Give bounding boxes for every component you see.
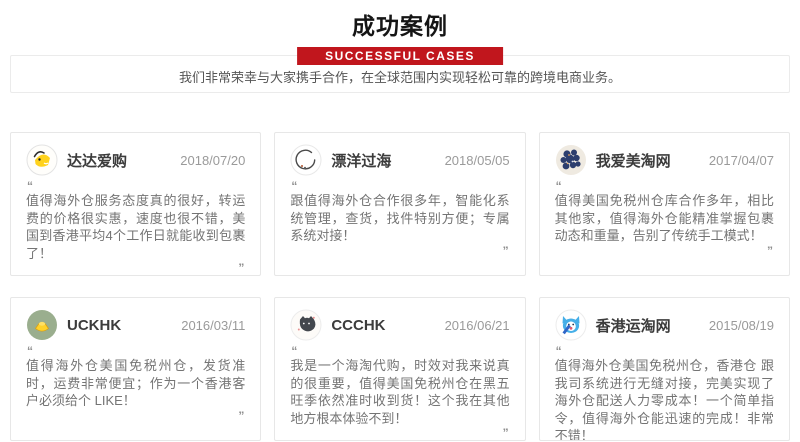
card-header: 香港运淘网 2015/08/19	[555, 309, 774, 341]
testimonial-card: 漂洋过海 2018/05/05 “ 跟值得海外仓合作很多年，智能化系统管理，查货…	[274, 132, 525, 276]
close-quote-mark: ”	[555, 246, 773, 256]
close-quote-mark: ”	[290, 246, 508, 256]
open-quote-mark: “	[556, 346, 774, 356]
intro-text: 我们非常荣幸与大家携手合作，在全球范围内实现轻松可靠的跨境电商业务。	[179, 63, 621, 86]
testimonial-text: 值得海外仓美国免税州仓，香港仓 跟我司系统进行无缝对接，完美实现了 海外仓配送人…	[555, 357, 774, 441]
testimonial-date: 2016/06/21	[445, 318, 510, 333]
dada-mascot-avatar	[26, 144, 58, 176]
gold-ingot-avatar	[26, 309, 58, 341]
testimonial-text: 跟值得海外仓合作很多年，智能化系统管理，查货，找件特别方便；专属系统对接！	[290, 192, 509, 245]
husky-mascot-avatar	[555, 309, 587, 341]
testimonial-card: UCKHK 2016/03/11 “ 值得海外仓美国免税州仓，发货准时，运费非常…	[10, 297, 261, 441]
testimonial-date: 2016/03/11	[181, 318, 245, 333]
cases-grid: 达达爱购 2018/07/20 “ 值得海外仓服务态度真的很好，转运费的价格很实…	[10, 132, 790, 441]
open-quote-mark: “	[27, 346, 245, 356]
testimonial-text: 我是一个海淘代购，时效对我来说真的很重要，值得美国免税州仓在黑五旺季依然准时收到…	[290, 357, 509, 427]
open-quote-mark: “	[27, 181, 245, 191]
successful-cases-section: 成功案例 SUCCESSFUL CASES 我们非常荣幸与大家携手合作，在全球范…	[0, 7, 800, 442]
close-quote-mark: ”	[290, 428, 508, 438]
intro-box: SUCCESSFUL CASES 我们非常荣幸与大家携手合作，在全球范围内实现轻…	[10, 55, 790, 93]
black-cat-avatar	[290, 309, 322, 341]
testimonial-text: 值得海外仓美国免税州仓，发货准时，运费非常便宜；作为一个香港客户必须给个 LIK…	[26, 357, 245, 410]
open-quote-mark: “	[291, 346, 509, 356]
customer-name: 达达爱购	[67, 150, 127, 171]
customer-name: 香港运淘网	[596, 315, 671, 336]
open-quote-mark: “	[291, 181, 509, 191]
testimonial-card: 香港运淘网 2015/08/19 “ 值得海外仓美国免税州仓，香港仓 跟我司系统…	[539, 297, 790, 441]
close-quote-mark: ”	[26, 411, 244, 421]
testimonial-date: 2018/05/05	[445, 153, 510, 168]
customer-name: CCCHK	[331, 317, 385, 334]
card-header: 漂洋过海 2018/05/05	[290, 144, 509, 176]
testimonial-date: 2017/04/07	[709, 153, 774, 168]
customer-name: 漂洋过海	[331, 150, 391, 171]
card-header: 达达爱购 2018/07/20	[26, 144, 245, 176]
testimonial-date: 2015/08/19	[709, 318, 774, 333]
testimonial-card: CCCHK 2016/06/21 “ 我是一个海淘代购，时效对我来说真的很重要，…	[274, 297, 525, 441]
open-quote-mark: “	[556, 181, 774, 191]
testimonial-card: 达达爱购 2018/07/20 “ 值得海外仓服务态度真的很好，转运费的价格很实…	[10, 132, 261, 276]
card-header: 我爱美淘网 2017/04/07	[555, 144, 774, 176]
testimonial-text: 值得海外仓服务态度真的很好，转运费的价格很实惠，速度也很不错，美国到香港平均4个…	[26, 192, 245, 262]
section-title: 成功案例	[0, 7, 800, 41]
testimonial-card: 我爱美淘网 2017/04/07 “ 值得美国免税州仓库合作多年，相比其他家，值…	[539, 132, 790, 276]
blue-flowers-avatar	[555, 144, 587, 176]
close-quote-mark: ”	[26, 263, 244, 273]
ring-logo-avatar	[290, 144, 322, 176]
customer-name: UCKHK	[67, 317, 121, 334]
card-header: UCKHK 2016/03/11	[26, 309, 245, 341]
testimonial-date: 2018/07/20	[180, 153, 245, 168]
section-subtitle-banner: SUCCESSFUL CASES	[297, 47, 503, 65]
card-header: CCCHK 2016/06/21	[290, 309, 509, 341]
testimonial-text: 值得美国免税州仓库合作多年，相比其他家，值得海外仓能精准掌握包裹动态和重量，告别…	[555, 192, 774, 245]
customer-name: 我爱美淘网	[596, 150, 671, 171]
